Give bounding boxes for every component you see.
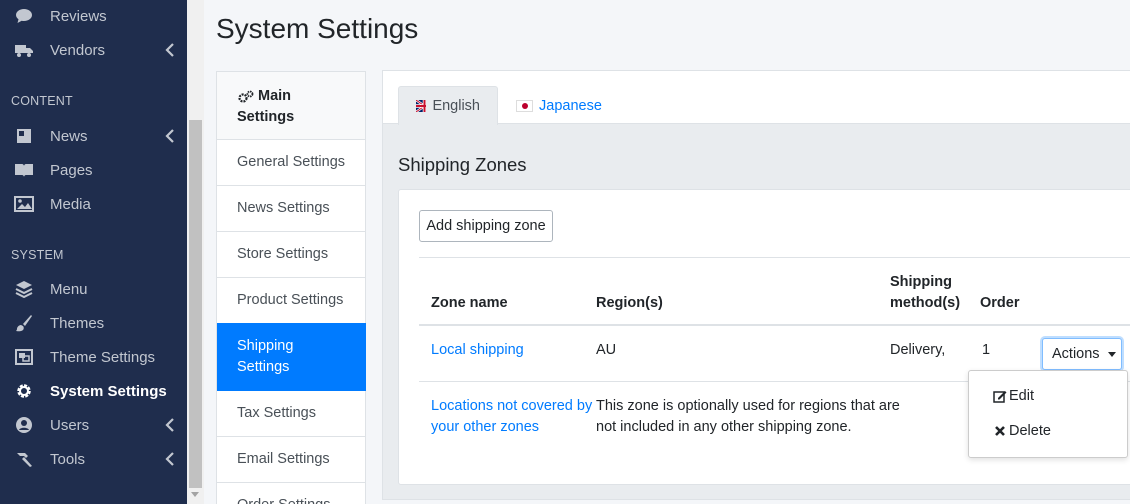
brush-icon [12,313,36,333]
menu-item-email-settings[interactable]: Email Settings [217,437,365,483]
sidebar-item-label: System Settings [50,382,167,400]
table-header-border [419,324,1130,326]
menu-item-general-settings[interactable]: General Settings [217,140,365,186]
sidebar-scrollbar[interactable] [187,0,204,504]
zone-name-link[interactable]: Local shipping [431,340,524,361]
zone-order: 1 [982,342,991,358]
column-header-line: method(s) [890,295,961,311]
tab-label: Japanese [539,97,602,114]
sidebar-item-reviews[interactable]: Reviews [0,0,187,33]
times-icon [993,424,1007,438]
sidebar-item-label: Tools [50,450,86,468]
dropdown-item-label: Delete [1009,423,1051,439]
sidebar-header-content: CONTENT [11,94,73,108]
sidebar-item-pages[interactable]: Pages [0,153,187,187]
dropdown-item-delete[interactable]: Delete [993,423,1051,439]
japan-flag-icon [516,99,533,112]
menu-item-news-settings[interactable]: News Settings [217,186,365,232]
book-icon [12,160,36,180]
zone-name-link[interactable]: Locations not covered by your other zone… [431,396,592,438]
menu-item-label: Shipping Settings [237,338,294,375]
menu-item-product-settings[interactable]: Product Settings [217,278,365,324]
hammer-icon [12,449,36,469]
image-icon [12,194,36,214]
zone-name-line: Locations not covered by [431,398,593,414]
dropdown-item-label: Edit [1009,388,1034,404]
sidebar-item-label: Themes [50,314,105,332]
truck-icon [12,40,36,60]
sidebar-item-theme-settings[interactable]: Theme Settings [0,340,187,374]
sidebar-item-menu[interactable]: Menu [0,272,187,306]
zone-name-line: your other zones [431,419,540,435]
sidebar: Reviews Vendors CONTENT News Pages Media… [0,0,187,504]
settings-menu-heading: Main Settings [217,72,365,140]
sidebar-item-news[interactable]: News [0,119,187,153]
dropdown-item-edit[interactable]: Edit [993,388,1034,404]
caret-down-icon [1107,351,1116,357]
description-line: This zone is optionally used for regions… [596,398,900,414]
menu-item-order-settings[interactable]: Order Settings [217,483,365,504]
sidebar-item-media[interactable]: Media [0,187,187,221]
chevron-left-icon [165,43,174,57]
sidebar-item-label: Media [50,195,91,213]
settings-menu: Main Settings General Settings News Sett… [216,71,366,504]
table-top-border [419,257,1130,258]
newspaper-icon [12,126,36,146]
description-line: not included in any other shipping zone. [596,419,852,435]
add-shipping-zone-button[interactable]: Add shipping zone [419,210,553,242]
gear-icon [12,381,36,401]
object-group-icon [12,347,36,367]
sidebar-item-vendors[interactable]: Vendors [0,33,187,67]
comment-icon [12,6,36,26]
zone-regions-description: This zone is optionally used for regions… [596,396,900,438]
sidebar-item-label: Users [50,416,90,434]
edit-icon [993,389,1007,403]
settings-menu-heading-line2: Settings [237,109,295,125]
actions-dropdown-menu: Edit Delete [968,370,1128,458]
column-header-line: Shipping [890,274,953,290]
menu-item-shipping-settings[interactable]: Shipping Settings [217,323,366,391]
sidebar-item-label: Reviews [50,7,107,25]
layers-icon [12,279,36,299]
menu-item-store-settings[interactable]: Store Settings [217,232,365,278]
column-header-zone-name: Zone name [431,295,508,311]
uk-flag-icon [416,100,427,112]
scrollbar-thumb[interactable] [189,120,202,488]
actions-dropdown-button[interactable]: Actions [1042,338,1122,370]
sidebar-item-tools[interactable]: Tools [0,442,187,476]
menu-item-tax-settings[interactable]: Tax Settings [217,391,365,437]
scroll-down-arrow-icon[interactable] [191,492,199,497]
sidebar-item-themes[interactable]: Themes [0,306,187,340]
tab-label: English [432,98,480,114]
chevron-left-icon [165,452,174,466]
language-tabs: English Japanese [383,71,1130,125]
section-title: Shipping Zones [398,154,527,175]
tab-japanese[interactable]: Japanese [499,86,619,125]
sidebar-header-system: SYSTEM [11,248,64,262]
settings-menu-heading-line1: Main [258,88,292,104]
column-header-shipping-methods: Shipping method(s) [890,272,960,314]
zone-regions: AU [596,342,617,358]
sidebar-item-users[interactable]: Users [0,408,187,442]
gears-icon [238,90,254,103]
actions-label: Actions [1052,346,1100,362]
sidebar-item-system-settings[interactable]: System Settings [0,374,187,408]
sidebar-item-label: Pages [50,161,93,179]
sidebar-item-label: News [50,127,88,145]
page-title: System Settings [216,13,419,44]
zone-methods: Delivery, [890,342,946,358]
tab-english[interactable]: English [398,86,498,125]
column-header-regions: Region(s) [596,295,663,311]
sidebar-item-label: Menu [50,280,88,298]
chevron-left-icon [165,418,174,432]
column-header-order: Order [980,295,1020,311]
chevron-left-icon [165,129,174,143]
sidebar-item-label: Vendors [50,41,106,59]
sidebar-item-label: Theme Settings [50,348,156,366]
users-icon [12,415,36,435]
